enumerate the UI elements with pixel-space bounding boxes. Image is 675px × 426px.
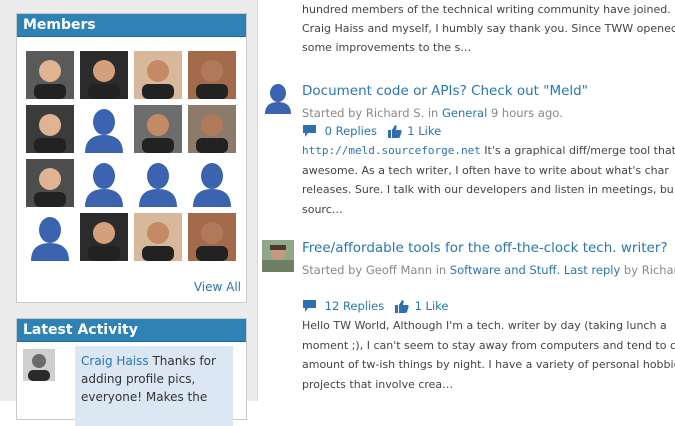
url-link[interactable]: http://meld.sourceforge.net <box>302 144 481 157</box>
thumbs-up-icon[interactable] <box>394 299 409 313</box>
replies-link[interactable]: 0 Replies <box>325 124 377 138</box>
replies-link[interactable]: 12 Replies <box>325 299 385 313</box>
like-link[interactable]: 1 Like <box>415 299 449 313</box>
previous-post-excerpt: hundred members of the technical writing… <box>302 3 675 54</box>
post-meta: Started by Geoff Mann in Software and St… <box>302 263 675 277</box>
post-excerpt: http://meld.sourceforge.net It's a graph… <box>302 144 675 216</box>
member-photo[interactable] <box>188 105 236 153</box>
member-photo[interactable] <box>134 105 182 153</box>
latest-activity-title: Latest Activity <box>17 319 246 342</box>
member-photo[interactable] <box>26 51 74 99</box>
post-meta: Started by Richard S. in General 9 hours… <box>302 106 563 120</box>
post-excerpt: Hello TW World, Although I'm a tech. wri… <box>302 319 675 391</box>
latest-activity-widget: Latest Activity Craig Haiss Thanks for a… <box>16 318 247 426</box>
member-photo[interactable] <box>134 213 182 261</box>
post-actions: 12 Replies 1 Like <box>302 298 448 313</box>
view-all-link[interactable]: View All <box>194 280 241 294</box>
default-avatar-icon[interactable] <box>26 213 74 261</box>
author-avatar[interactable] <box>262 240 294 272</box>
member-photo[interactable] <box>188 51 236 99</box>
activity-user-link[interactable]: Craig Haiss <box>81 354 149 368</box>
members-widget-title: Members <box>17 14 246 37</box>
sidebar: Members View All Latest Activity Craig H… <box>0 0 258 426</box>
activity-text: Craig Haiss Thanks for adding profile pi… <box>81 354 216 404</box>
default-avatar-icon[interactable] <box>134 159 182 207</box>
member-photo[interactable] <box>26 159 74 207</box>
last-reply-link[interactable]: Last reply <box>564 263 620 277</box>
default-avatar-icon[interactable] <box>262 82 294 114</box>
activity-avatar[interactable] <box>23 349 55 381</box>
default-avatar-icon[interactable] <box>80 105 128 153</box>
thumbs-up-icon[interactable] <box>387 124 402 138</box>
default-avatar-icon[interactable] <box>80 159 128 207</box>
member-photo[interactable] <box>188 213 236 261</box>
like-link[interactable]: 1 Like <box>407 124 441 138</box>
post-title-link[interactable]: Free/affordable tools for the off-the-cl… <box>302 240 668 256</box>
category-link[interactable]: Software and Stuff. <box>450 263 560 277</box>
default-avatar-icon[interactable] <box>188 159 236 207</box>
post-actions: 0 Replies 1 Like <box>302 123 441 138</box>
member-photo[interactable] <box>80 51 128 99</box>
member-photo[interactable] <box>80 213 128 261</box>
post-title-link[interactable]: Document code or APIs? Check out "Meld" <box>302 83 588 99</box>
main-content: hundred members of the technical writing… <box>258 0 675 401</box>
comment-icon <box>302 124 317 138</box>
member-photo[interactable] <box>26 105 74 153</box>
category-link[interactable]: General <box>442 106 487 120</box>
comment-icon <box>302 299 317 313</box>
member-photo[interactable] <box>134 51 182 99</box>
members-widget: Members View All <box>16 13 247 303</box>
